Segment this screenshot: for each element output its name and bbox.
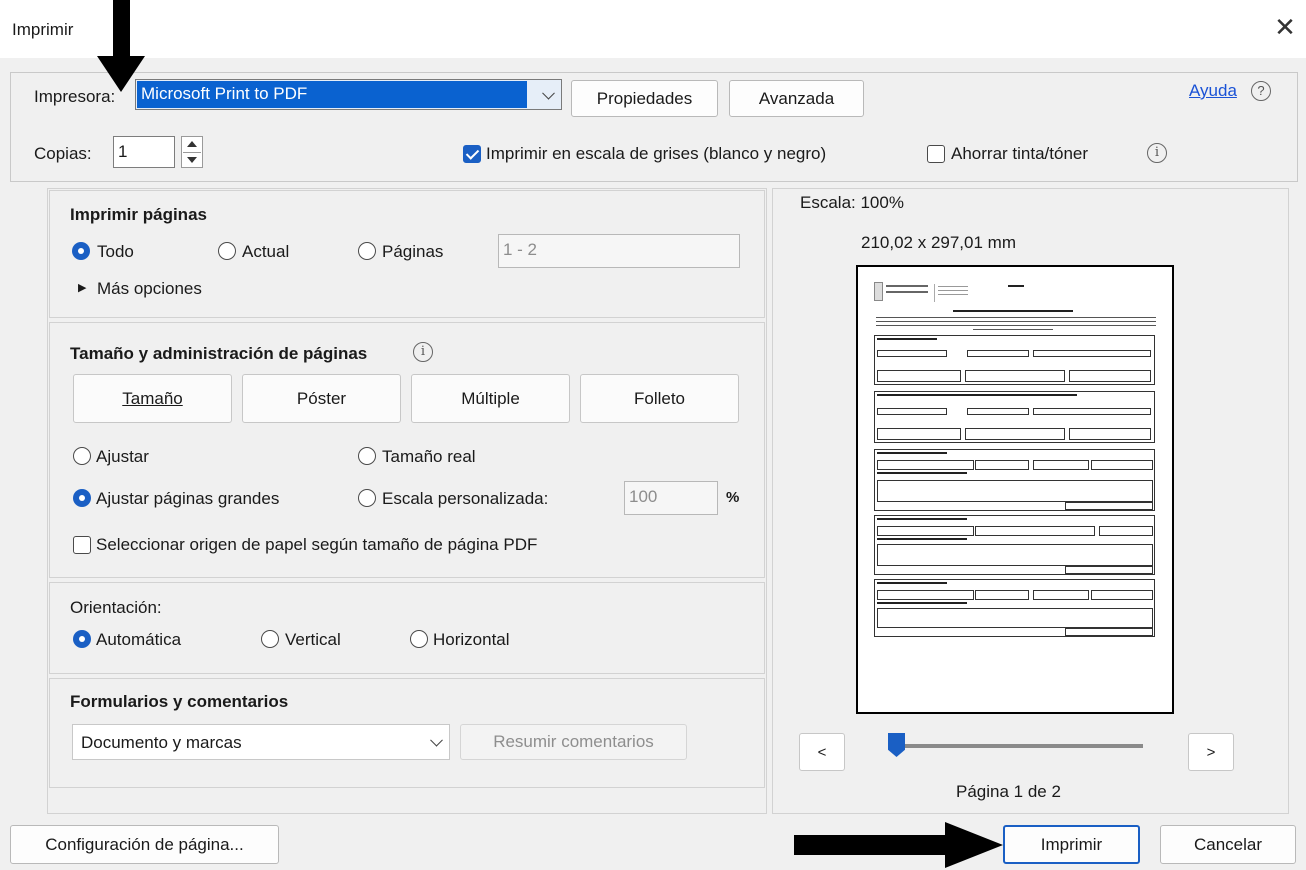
print-button[interactable]: Imprimir — [1003, 825, 1140, 864]
orientation-horizontal-radio[interactable] — [410, 630, 428, 648]
orientation-heading: Orientación: — [70, 598, 162, 617]
tab-poster[interactable]: Póster — [242, 374, 401, 423]
orientation-vertical-radio[interactable] — [261, 630, 279, 648]
document-form-block — [874, 449, 1155, 511]
expand-triangle-icon[interactable]: ▶ — [78, 281, 86, 294]
preview-scale: Escala: 100% — [800, 193, 904, 212]
close-icon[interactable]: ✕ — [1270, 12, 1300, 42]
orientation-vertical-label: Vertical — [285, 630, 341, 649]
help-link[interactable]: Ayuda — [1189, 81, 1237, 101]
info-icon[interactable]: i — [413, 342, 433, 362]
printer-select[interactable]: Microsoft Print to PDF — [135, 79, 562, 110]
pages-current-radio[interactable] — [218, 242, 236, 260]
pages-all-label: Todo — [97, 242, 134, 261]
custom-scale-input[interactable]: 100 — [624, 481, 718, 515]
copies-stepper[interactable] — [181, 136, 203, 168]
pages-range-label: Páginas — [382, 242, 444, 261]
actual-size-label: Tamaño real — [382, 447, 476, 466]
right-arrow-icon — [794, 822, 1003, 868]
page-slider[interactable] — [896, 744, 1143, 748]
preview-dimensions: 210,02 x 297,01 mm — [861, 233, 1016, 252]
previous-page-button[interactable]: < — [799, 733, 845, 771]
tab-booklet[interactable]: Folleto — [580, 374, 739, 423]
orientation-auto-label: Automática — [96, 630, 182, 649]
save-ink-checkbox[interactable] — [927, 145, 945, 163]
pages-current-label: Actual — [242, 242, 290, 261]
paper-source-label: Seleccionar origen de papel según tamaño… — [96, 535, 538, 554]
title-bar — [0, 0, 1306, 58]
fit-radio[interactable] — [73, 447, 91, 465]
tab-multiple[interactable]: Múltiple — [411, 374, 570, 423]
grayscale-label: Imprimir en escala de grises (blanco y n… — [486, 144, 827, 163]
cancel-button[interactable]: Cancelar — [1160, 825, 1296, 864]
orientation-section — [49, 582, 765, 674]
grayscale-checkbox[interactable] — [463, 145, 481, 163]
document-form-block — [874, 335, 1155, 385]
shrink-large-radio[interactable] — [73, 489, 91, 507]
copies-input[interactable]: 1 — [113, 136, 175, 168]
stepper-up-icon[interactable] — [187, 141, 197, 147]
shrink-large-label: Ajustar páginas grandes — [96, 489, 280, 508]
orientation-horizontal-label: Horizontal — [433, 630, 510, 649]
printer-selected-value: Microsoft Print to PDF — [137, 81, 527, 108]
pages-range-input[interactable]: 1 - 2 — [498, 234, 740, 268]
page-status: Página 1 de 2 — [956, 782, 1061, 801]
custom-scale-label: Escala personalizada: — [382, 489, 549, 508]
info-icon[interactable]: i — [1147, 143, 1167, 163]
pages-range-radio[interactable] — [358, 242, 376, 260]
document-form-block — [874, 579, 1155, 637]
pages-all-radio[interactable] — [72, 242, 90, 260]
paper-source-checkbox[interactable] — [73, 536, 91, 554]
fit-label: Ajustar — [96, 447, 149, 466]
copies-label: Copias: — [34, 144, 92, 163]
printer-label: Impresora: — [34, 87, 116, 106]
tab-size[interactable]: Tamaño — [73, 374, 232, 423]
custom-scale-radio[interactable] — [358, 489, 376, 507]
forms-select[interactable]: Documento y marcas — [72, 724, 450, 760]
document-form-block — [874, 515, 1155, 575]
print-pages-heading: Imprimir páginas — [70, 205, 207, 224]
percent-label: % — [726, 489, 740, 506]
actual-size-radio[interactable] — [358, 447, 376, 465]
save-ink-label: Ahorrar tinta/tóner — [951, 144, 1089, 163]
page-size-heading: Tamaño y administración de páginas — [70, 344, 368, 363]
more-options-toggle[interactable]: Más opciones — [97, 279, 202, 299]
help-circle-icon[interactable]: ? — [1251, 81, 1271, 101]
chevron-down-icon — [542, 86, 555, 100]
page-setup-button[interactable]: Configuración de página... — [10, 825, 279, 864]
document-form-block — [874, 391, 1155, 443]
window-title: Imprimir — [12, 20, 74, 39]
next-page-button[interactable]: > — [1188, 733, 1234, 771]
forms-selected-value: Documento y marcas — [81, 733, 242, 752]
summarize-comments-button[interactable]: Resumir comentarios — [460, 724, 687, 760]
page-preview — [856, 265, 1174, 714]
forms-heading: Formularios y comentarios — [70, 692, 289, 711]
stepper-down-icon[interactable] — [187, 157, 197, 163]
document-logo — [874, 282, 883, 301]
properties-button[interactable]: Propiedades — [571, 80, 718, 117]
advanced-button[interactable]: Avanzada — [729, 80, 864, 117]
chevron-down-icon — [430, 733, 443, 747]
orientation-auto-radio[interactable] — [73, 630, 91, 648]
